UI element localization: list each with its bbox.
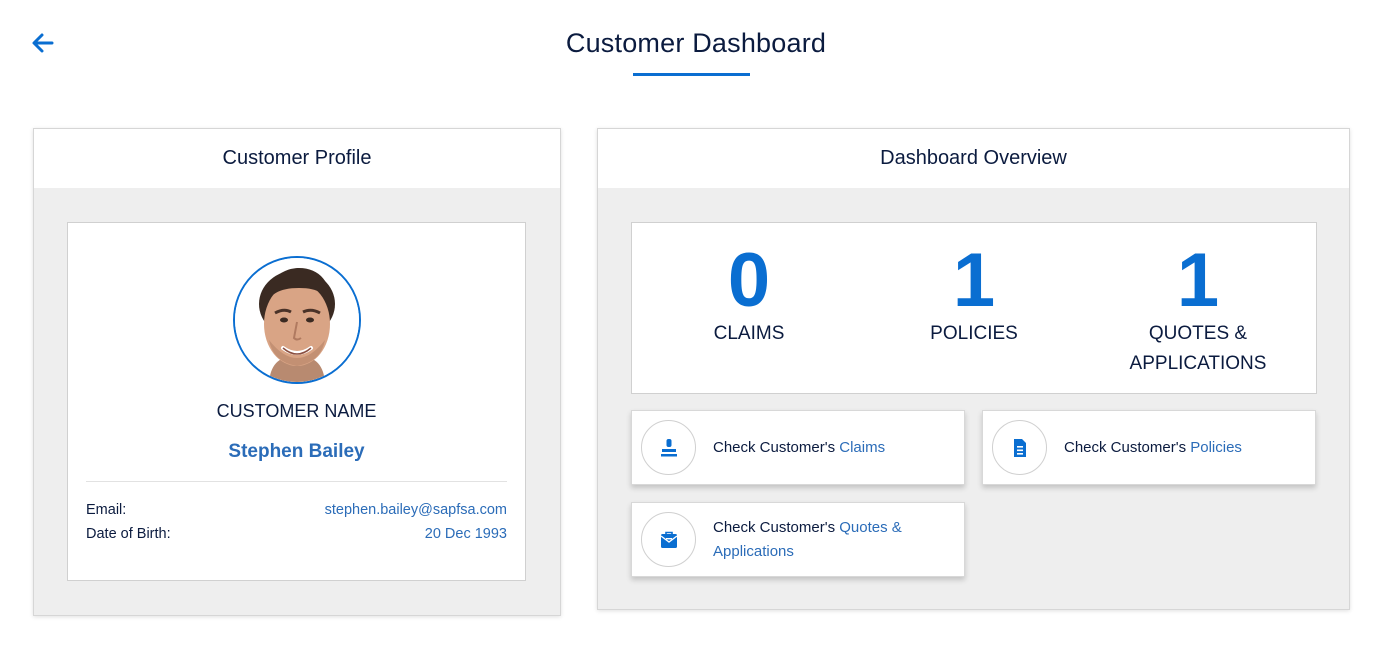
customer-name-label: CUSTOMER NAME <box>216 401 377 421</box>
applications-link[interactable]: Applications <box>713 540 902 564</box>
divider <box>86 481 507 482</box>
quotes-label-line1: QUOTES & <box>1148 323 1248 344</box>
dob-value: 20 Dec 1993 <box>424 526 507 542</box>
policies-count: 1 <box>952 238 996 323</box>
check-quotes-prefix: Check Customer's <box>713 518 840 536</box>
check-claims-prefix: Check Customer's <box>713 438 840 456</box>
document-icon <box>992 420 1047 475</box>
claims-count: 0 <box>727 238 771 323</box>
title-underline <box>633 73 750 76</box>
dob-row: Date of Birth: 20 Dec 1993 <box>86 526 507 546</box>
quotes-label-line2: APPLICATIONS <box>1129 353 1267 374</box>
check-quotes-text: Check Customer's Quotes & Applications <box>713 516 902 564</box>
stamp-icon <box>641 420 696 475</box>
check-policies-prefix: Check Customer's <box>1064 438 1191 456</box>
email-value[interactable]: stephen.bailey@sapfsa.com <box>325 502 507 522</box>
email-row: Email: stephen.bailey@sapfsa.com <box>86 502 507 522</box>
profile-details-panel: CUSTOMER NAME Stephen Bailey Email: step… <box>67 222 526 581</box>
claims-link[interactable]: Claims <box>839 439 885 456</box>
policies-label: POLICIES <box>930 323 1018 344</box>
check-policies-text: Check Customer's Policies <box>1064 436 1242 460</box>
customer-profile-card: Customer Profile CUSTOMER NAME Stephen B… <box>33 128 561 616</box>
policies-link[interactable]: Policies <box>1190 439 1242 456</box>
check-claims-text: Check Customer's Claims <box>713 436 885 460</box>
customer-name-value: Stephen Bailey <box>228 441 365 462</box>
envelope-briefcase-icon <box>641 512 696 567</box>
policies-stat: 1 POLICIES <box>864 241 1084 349</box>
dob-label: Date of Birth: <box>86 526 171 542</box>
quotes-label: QUOTES & APPLICATIONS <box>1088 319 1308 379</box>
quotes-stat: 1 QUOTES & APPLICATIONS <box>1088 241 1308 379</box>
avatar <box>233 256 361 384</box>
check-claims-card[interactable]: Check Customer's Claims <box>631 410 965 485</box>
check-policies-card[interactable]: Check Customer's Policies <box>982 410 1316 485</box>
customer-profile-header: Customer Profile <box>34 129 560 188</box>
check-quotes-card[interactable]: Check Customer's Quotes & Applications <box>631 502 965 577</box>
dashboard-overview-header: Dashboard Overview <box>598 129 1349 188</box>
claims-label: CLAIMS <box>713 323 785 344</box>
stats-panel: 0 CLAIMS 1 POLICIES 1 QUOTES & APPLICATI… <box>631 222 1317 394</box>
email-label: Email: <box>86 502 127 518</box>
dashboard-overview-card: Dashboard Overview 0 CLAIMS 1 POLICIES 1… <box>597 128 1350 610</box>
claims-stat: 0 CLAIMS <box>639 241 859 349</box>
quotes-count: 1 <box>1176 238 1220 323</box>
quotes-link[interactable]: Quotes & <box>839 519 902 536</box>
page-title: Customer Dashboard <box>565 28 827 58</box>
